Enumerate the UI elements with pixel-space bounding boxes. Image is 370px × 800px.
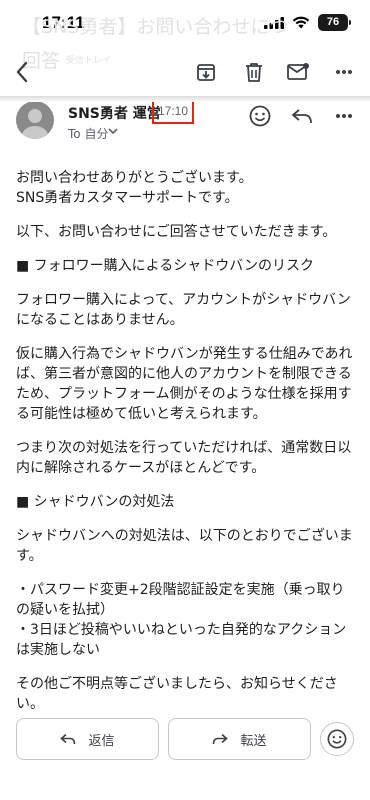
message-body: お問い合わせありがとうございます。 SNS勇者カスタマーサポートです。 以下、お… (16, 168, 356, 728)
forward-label: 転送 (240, 733, 267, 749)
archive-icon (197, 64, 215, 81)
wifi-icon (292, 16, 310, 29)
reply-label: 返信 (88, 733, 115, 749)
body-paragraph: シャドウバンへの対処法は、以下のとおりでございます。 (16, 528, 353, 564)
emoji-react-button[interactable] (320, 722, 354, 756)
body-paragraph: 仮に購入行為でシャドウバンが発生する仕組みであれば、第三者が意図的に他人のアカウ… (16, 346, 353, 422)
more-icon (336, 70, 352, 74)
more-options-button[interactable] (330, 58, 358, 86)
message-more-button[interactable] (331, 103, 357, 129)
reply-icon (60, 733, 76, 745)
more-icon (336, 114, 352, 118)
recipient-label[interactable]: To 自分 (68, 125, 108, 142)
forward-action-button[interactable]: 転送 (168, 718, 311, 760)
sender-name: SNS勇者 運営 (68, 106, 161, 122)
body-paragraph: その他ご不明点等ございましたら、お知らせください。 (16, 676, 338, 712)
mail-icon (287, 63, 309, 80)
emoji-reaction-button[interactable] (247, 103, 273, 129)
chevron-down-icon[interactable] (108, 127, 118, 135)
body-paragraph: お問い合わせありがとうございます。 SNS勇者カスタマーサポートです。 (16, 170, 253, 206)
back-button[interactable] (8, 58, 36, 86)
toolbar-shadow (0, 96, 370, 102)
subject-line: 【SNS勇者】お問い合わせにつ (22, 16, 289, 38)
body-paragraph: フォロワー購入によって、アカウントがシャドウバンになることはありません。 (16, 292, 351, 328)
message-toolbar (0, 52, 370, 92)
message-time: 17:10 (152, 99, 194, 124)
smiley-icon (327, 729, 347, 749)
smiley-icon (249, 105, 271, 127)
body-paragraph: つまり次の対処法を行っていただければ、通常数日以内に解除されるケースがほとんどで… (16, 440, 352, 476)
body-list: ・パスワード変更+2段階認証設定を実施（乗っ取りの疑いを払拭） ・3日ほど投稿や… (16, 582, 347, 658)
body-paragraph: 以下、お問い合わせにご回答させていただきます。 (16, 224, 337, 240)
mark-unread-button[interactable] (284, 58, 312, 86)
avatar[interactable] (16, 101, 54, 139)
back-icon (16, 61, 28, 83)
reply-button[interactable] (289, 103, 315, 129)
trash-icon (246, 63, 262, 82)
body-heading: ■ フォロワー購入によるシャドウバンのリスク (16, 258, 314, 274)
reply-action-button[interactable]: 返信 (16, 718, 159, 760)
forward-icon (213, 733, 229, 745)
archive-button[interactable] (192, 58, 220, 86)
battery-indicator: 76 (318, 14, 351, 31)
body-heading: ■ シャドウバンの対処法 (16, 494, 175, 510)
delete-button[interactable] (240, 58, 268, 86)
reply-icon (292, 109, 312, 124)
